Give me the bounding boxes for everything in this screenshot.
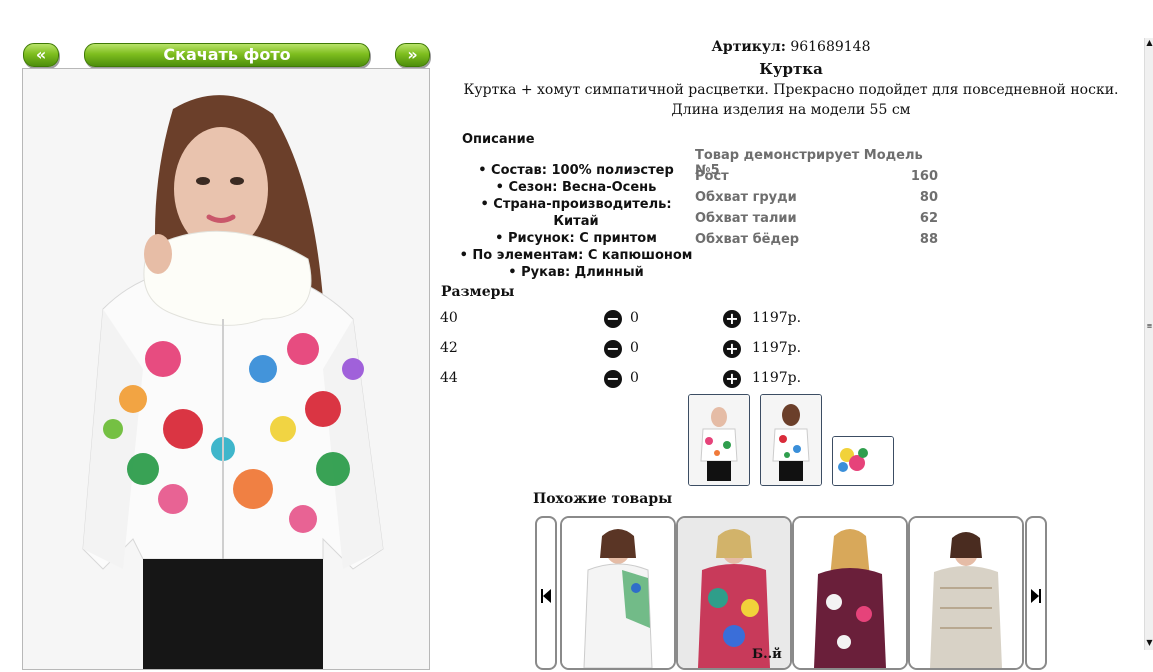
plus-circle-icon[interactable]: + [723,340,741,358]
plus-circle-icon[interactable]: + [723,310,741,328]
size-label: 40 [440,310,458,326]
size-label: 44 [440,370,458,386]
spec-item: Рукав: Длинный [456,264,696,281]
skip-forward-icon [1031,589,1041,603]
minus-circle-icon[interactable]: − [604,370,622,388]
price: 1197р. [752,370,802,386]
specs-list: Состав: 100% полиэстер Сезон: Весна-Осен… [456,162,696,281]
specs-heading: Описание [462,132,535,147]
similar-product-card[interactable] [560,516,676,670]
minus-circle-icon[interactable]: − [604,310,622,328]
model-row-label: Обхват груди [695,190,797,205]
price: 1197р. [752,310,802,326]
quantity-value: 0 [630,370,639,386]
similar-product-card[interactable] [792,516,908,670]
price: 1197р. [752,340,802,356]
download-photo-button[interactable]: Скачать фото [84,43,370,67]
quantity-value: 0 [630,310,639,326]
similar-heading: Похожие товары [533,491,673,507]
spec-item: Рисунок: С принтом [456,230,696,247]
photo-thumbnail[interactable] [832,436,894,486]
model-row-height: Рост 160 [695,169,938,184]
vertical-scrollbar[interactable]: ▲ ≡ ▼ [1144,38,1153,650]
similar-product-card[interactable] [908,516,1024,670]
size-label: 42 [440,340,458,356]
model-row-label: Рост [695,169,729,184]
next-photo-button[interactable]: » [395,43,430,67]
scroll-thumb[interactable]: ≡ [1145,322,1153,330]
prev-photo-button[interactable]: « [23,43,59,67]
size-row: 44 − 0 + 1197р. [440,370,802,390]
quantity-value: 0 [630,340,639,356]
bottom-partial-text: Б..й [752,647,782,662]
similar-next-button[interactable] [1025,516,1047,670]
photo-thumbnail[interactable] [760,394,822,486]
spec-item: По элементам: С капюшоном [456,247,696,264]
spec-item: Сезон: Весна-Осень [456,179,696,196]
article-value: 961689148 [790,39,871,55]
model-row-value: 88 [919,232,938,247]
model-row-chest: Обхват груди 80 [695,190,938,205]
plus-circle-icon[interactable]: + [723,370,741,388]
model-row-label: Обхват бёдер [695,232,800,247]
photo-thumbnail[interactable] [688,394,750,486]
product-title: Куртка [759,60,823,78]
spec-item: Страна-производитель: Китай [456,196,696,230]
model-row-hips: Обхват бёдер 88 [695,232,938,247]
similar-prev-button[interactable] [535,516,557,670]
model-row-label: Обхват талии [695,211,797,226]
scroll-down-icon[interactable]: ▼ [1146,638,1153,650]
skip-back-icon [541,589,551,603]
main-product-photo [22,68,430,670]
model-row-value: 160 [910,169,938,184]
size-row: 40 − 0 + 1197р. [440,310,802,330]
model-row-waist: Обхват талии 62 [695,211,938,226]
size-row: 42 − 0 + 1197р. [440,340,802,360]
scroll-up-icon[interactable]: ▲ [1146,38,1153,50]
model-row-value: 62 [919,211,938,226]
product-description: Куртка + хомут симпатичной расцветки. Пр… [463,82,1119,118]
spec-item: Состав: 100% полиэстер [456,162,696,179]
article-label: Артикул: [711,39,786,55]
model-row-value: 80 [919,190,938,205]
sizes-heading: Размеры [441,284,515,300]
minus-circle-icon[interactable]: − [604,340,622,358]
